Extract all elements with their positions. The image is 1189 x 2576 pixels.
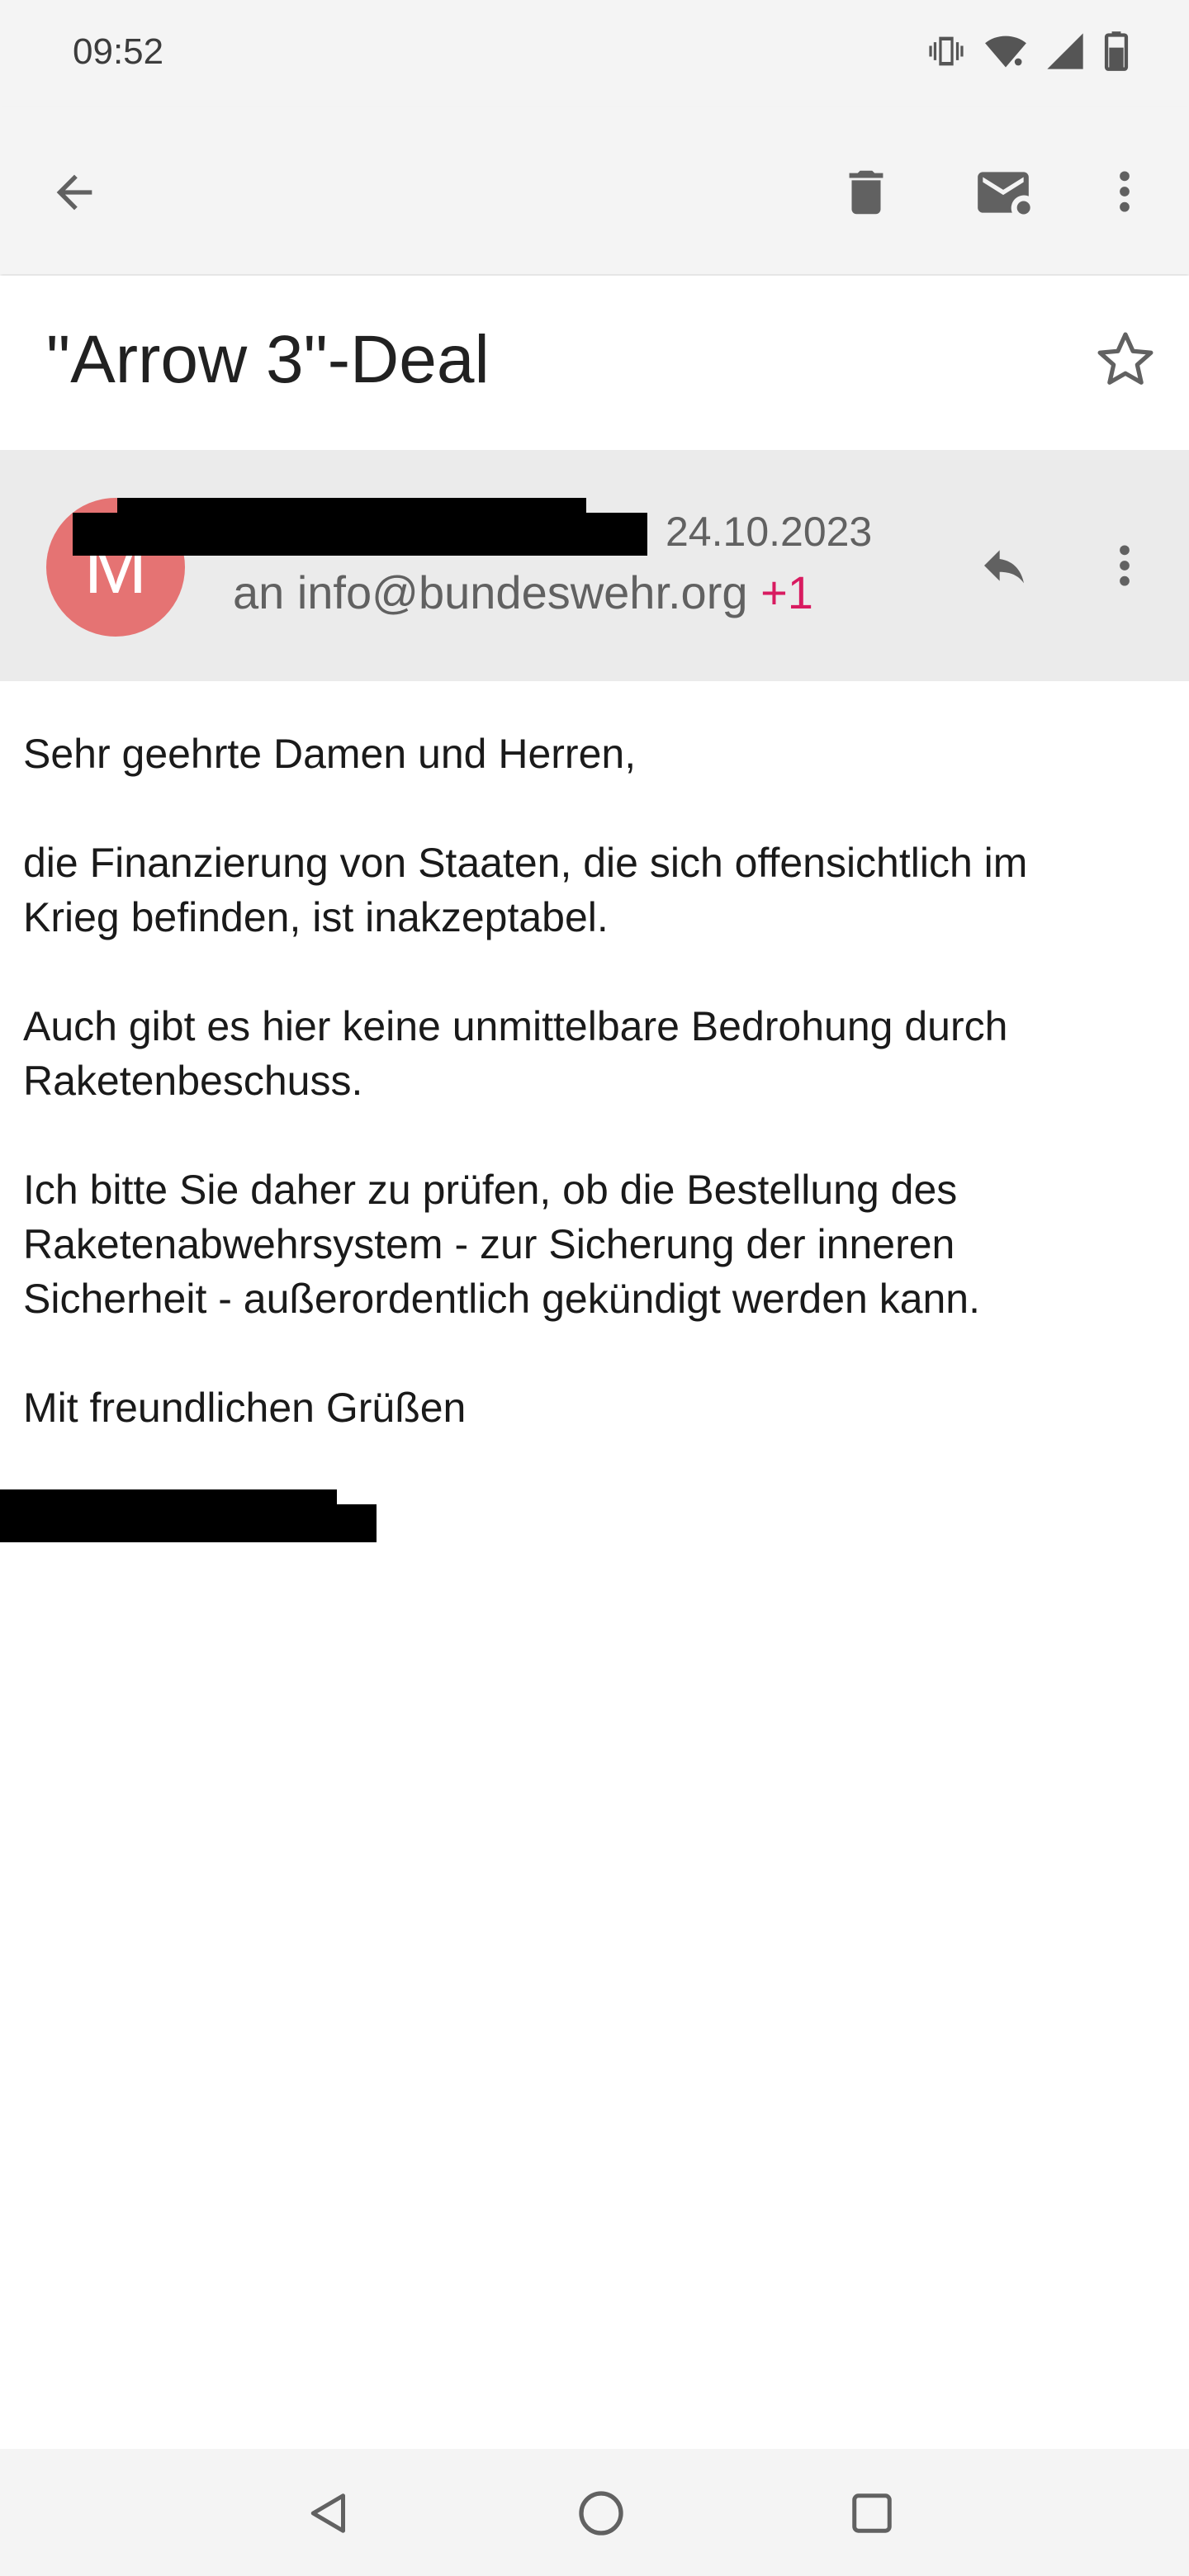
more-vert-icon [1106,165,1143,222]
nav-home-button[interactable] [560,2474,642,2556]
delete-button[interactable] [837,162,895,227]
delete-icon [837,162,895,227]
email-subject: "Arrow 3"-Deal [46,322,490,397]
sender-header[interactable]: M 24.10.2023 an info@bundeswehr.org +1 [0,450,1189,681]
reply-button[interactable] [974,539,1034,596]
reply-icon [974,550,1034,595]
battery-icon [1101,30,1131,77]
recipient-address: an info@bundeswehr.org [233,566,761,618]
email-date: 24.10.2023 [666,509,873,555]
vibrate-icon [925,30,968,77]
nav-back-button[interactable] [287,2474,370,2556]
status-icons [925,30,1131,77]
star-outline-icon [1093,332,1158,395]
more-options-button[interactable] [1106,165,1143,222]
redacted-sender-name-bar [73,513,647,556]
recipient-line[interactable]: an info@bundeswehr.org +1 [233,566,813,619]
subject-row: "Arrow 3"-Deal [0,276,1189,449]
home-circle-icon [575,2487,628,2544]
star-button[interactable] [1093,327,1158,395]
redacted-signature-bar [0,1504,377,1542]
status-time: 09:52 [73,31,164,72]
more-vert-icon [1108,545,1141,595]
system-nav-bar [0,2449,1189,2576]
body-paragraph: Mit freundlichen Grüßen [23,1385,467,1431]
email-body: Sehr geehrte Damen und Herren, die Finan… [23,727,1171,1489]
recents-square-icon [847,2488,897,2542]
nav-recents-button[interactable] [831,2474,913,2556]
body-paragraph: die Finanzierung von Staaten, die sich o… [23,840,1028,940]
mark-unread-icon [971,162,1035,227]
body-paragraph: Ich bitte Sie daher zu prüfen, ob die Be… [23,1167,981,1322]
recipient-extra-count: +1 [760,566,813,618]
back-arrow-icon [48,166,101,223]
email-screen: 09:52 "Arrow 3"-Deal M 24.10.2023 an inf… [0,0,1189,2576]
back-triangle-icon [304,2488,353,2542]
wifi-icon [983,30,1029,77]
cell-signal-icon [1044,30,1087,77]
body-paragraph: Auch gibt es hier keine unmittelbare Bed… [23,1003,1008,1104]
sender-more-options-button[interactable] [1108,539,1141,596]
status-bar: 09:52 [0,0,1189,107]
app-toolbar [0,107,1189,274]
back-button[interactable] [48,166,101,223]
body-paragraph: Sehr geehrte Damen und Herren, [23,731,637,777]
mark-unread-button[interactable] [971,162,1035,227]
